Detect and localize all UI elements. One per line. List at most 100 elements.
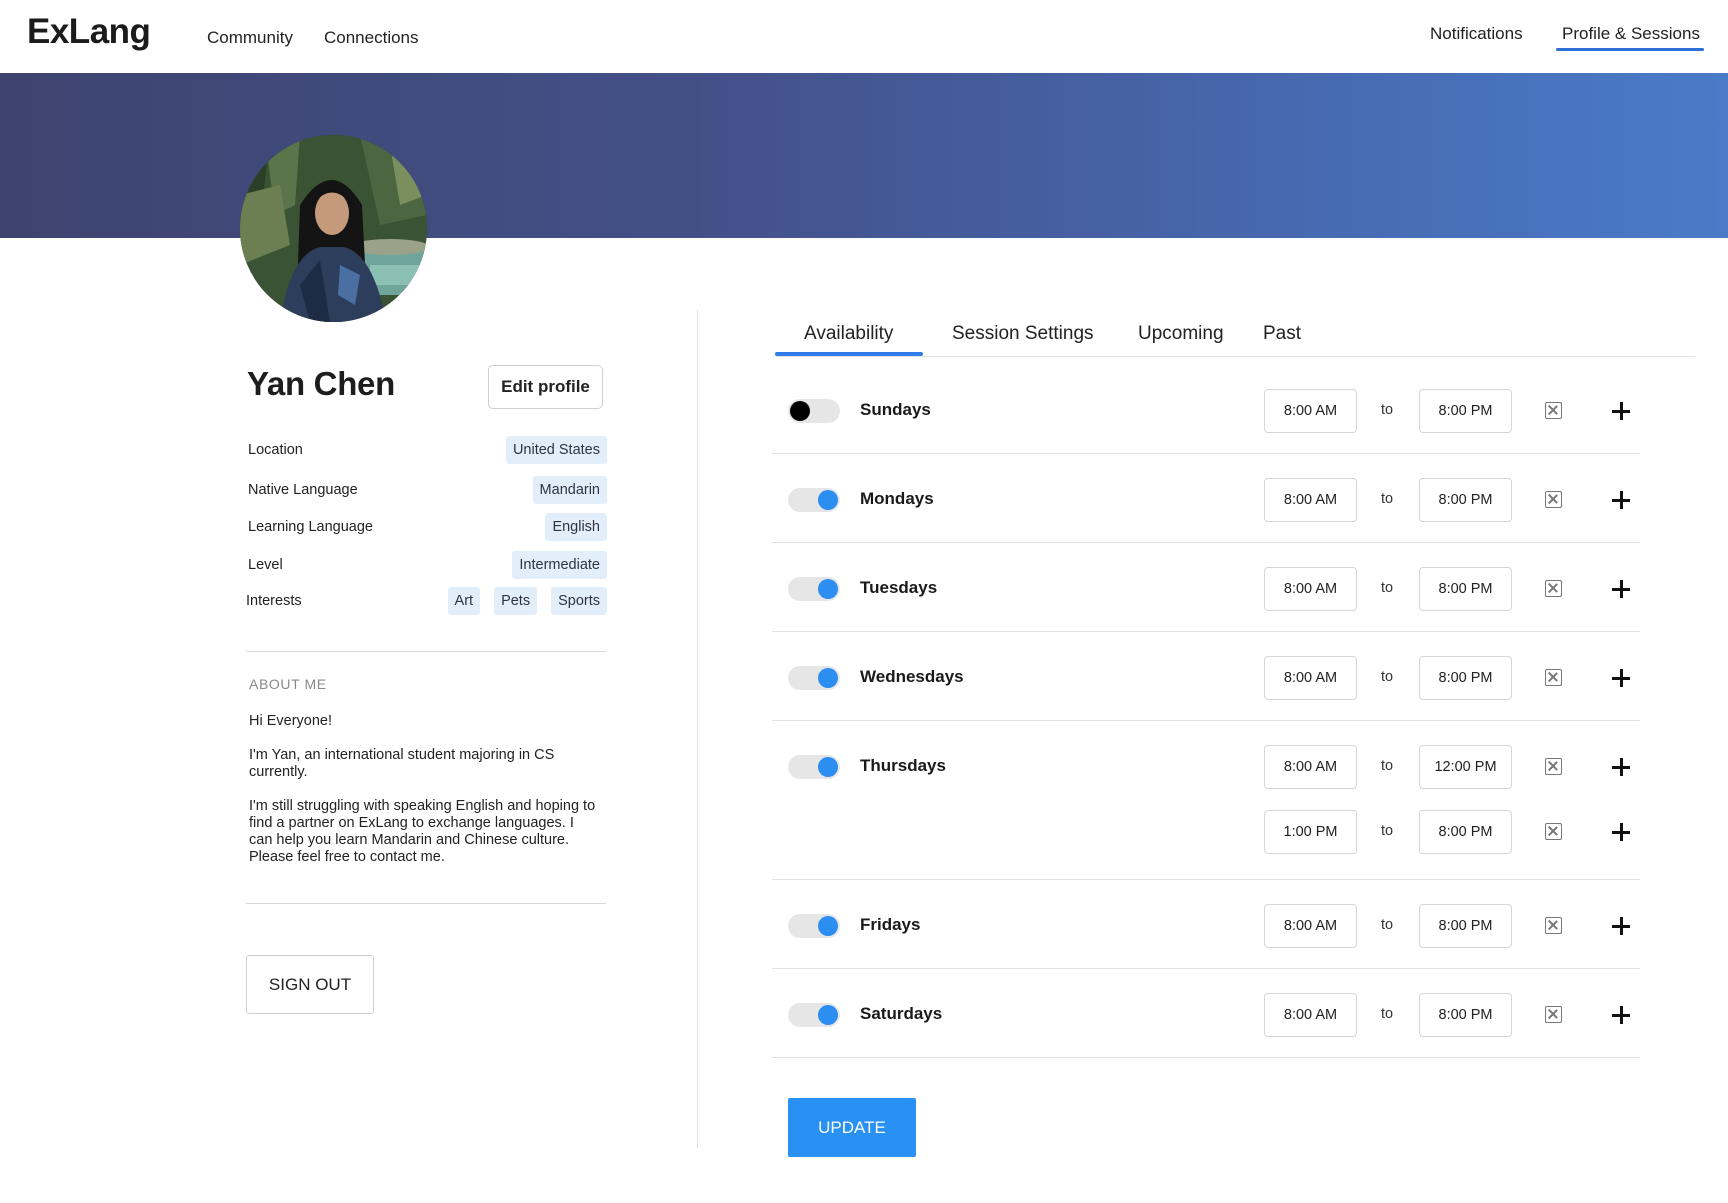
end-time-field[interactable]: 8:00 PM	[1419, 389, 1512, 433]
about-paragraph: I'm still struggling with speaking Engli…	[249, 798, 596, 865]
remove-slot-icon[interactable]	[1545, 580, 1562, 597]
to-label: to	[1381, 580, 1394, 596]
to-label: to	[1381, 1006, 1394, 1022]
nav-link-profile-sessions[interactable]: Profile & Sessions	[1556, 24, 1704, 51]
column-divider	[697, 310, 698, 1148]
detail-row-native-language: Native Language Mandarin	[247, 476, 607, 504]
detail-tag: Mandarin	[532, 476, 607, 504]
day-row-fridays: Fridays 8:00 AM to 8:00 PM	[772, 880, 1640, 969]
remove-slot-icon[interactable]	[1545, 1006, 1562, 1023]
nav-link-community[interactable]: Community	[207, 28, 293, 48]
tab-session-settings[interactable]: Session Settings	[952, 323, 1094, 345]
day-toggle[interactable]	[788, 577, 840, 601]
avatar	[240, 135, 427, 322]
day-label: Mondays	[860, 489, 934, 508]
app-logo[interactable]: ExLang	[27, 12, 151, 52]
about-paragraph: Hi Everyone!	[249, 713, 333, 729]
end-time-field[interactable]: 8:00 PM	[1419, 993, 1512, 1037]
to-label: to	[1381, 491, 1394, 507]
day-row-sundays: Sundays 8:00 AM to 8:00 PM	[772, 365, 1640, 454]
tab-upcoming[interactable]: Upcoming	[1138, 323, 1224, 345]
end-time-field[interactable]: 8:00 PM	[1419, 478, 1512, 522]
start-time-field[interactable]: 8:00 AM	[1264, 745, 1357, 789]
day-label: Wednesdays	[860, 667, 964, 686]
end-time-field[interactable]: 8:00 PM	[1419, 567, 1512, 611]
end-time-field[interactable]: 8:00 PM	[1419, 904, 1512, 948]
add-slot-icon[interactable]	[1612, 401, 1632, 421]
active-tab-indicator	[775, 352, 923, 356]
remove-slot-icon[interactable]	[1545, 823, 1562, 840]
day-label: Thursdays	[860, 756, 946, 775]
tab-availability[interactable]: Availability	[804, 323, 893, 345]
about-paragraph: I'm Yan, an international student majori…	[249, 747, 555, 780]
day-toggle[interactable]	[788, 666, 840, 690]
nav-link-connections[interactable]: Connections	[324, 28, 419, 48]
interest-tag-pets: Pets	[494, 587, 538, 615]
day-toggle[interactable]	[788, 755, 840, 779]
about-heading: ABOUT ME	[249, 676, 327, 692]
day-row-wednesdays: Wednesdays 8:00 AM to 8:00 PM	[772, 632, 1640, 721]
day-label: Fridays	[860, 915, 921, 934]
day-toggle[interactable]	[788, 399, 840, 423]
start-time-field[interactable]: 8:00 AM	[1264, 656, 1357, 700]
end-time-field[interactable]: 8:00 PM	[1419, 810, 1512, 854]
interest-tag-art: Art	[447, 587, 481, 615]
nav-link-notifications[interactable]: Notifications	[1430, 24, 1523, 44]
day-label: Sundays	[860, 400, 931, 419]
day-label: Saturdays	[860, 1004, 943, 1023]
remove-slot-icon[interactable]	[1545, 758, 1562, 775]
detail-label: Learning Language	[248, 519, 373, 535]
to-label: to	[1381, 402, 1394, 418]
add-slot-icon[interactable]	[1612, 822, 1632, 842]
to-label: to	[1381, 823, 1394, 839]
divider	[246, 903, 606, 904]
day-toggle[interactable]	[788, 914, 840, 938]
profile-name: Yan Chen	[247, 365, 395, 402]
start-time-field[interactable]: 8:00 AM	[1264, 478, 1357, 522]
to-label: to	[1381, 917, 1394, 933]
detail-label: Native Language	[248, 482, 358, 498]
session-tabs: Availability Session Settings Upcoming P…	[775, 300, 1695, 357]
day-toggle[interactable]	[788, 1003, 840, 1027]
add-slot-icon[interactable]	[1612, 490, 1632, 510]
end-time-field[interactable]: 8:00 PM	[1419, 656, 1512, 700]
update-button[interactable]: UPDATE	[788, 1098, 916, 1157]
add-slot-icon[interactable]	[1612, 668, 1632, 688]
day-row-thursdays: Thursdays 8:00 AM to 12:00 PM 1:00 PM to…	[772, 721, 1640, 880]
detail-tag: Intermediate	[512, 551, 607, 579]
avatar-photo	[240, 135, 427, 322]
start-time-field[interactable]: 8:00 AM	[1264, 389, 1357, 433]
to-label: to	[1381, 669, 1394, 685]
add-slot-icon[interactable]	[1612, 757, 1632, 777]
day-row-saturdays: Saturdays 8:00 AM to 8:00 PM	[772, 969, 1640, 1058]
detail-label: Level	[248, 557, 283, 573]
edit-profile-button[interactable]: Edit profile	[488, 365, 603, 409]
add-slot-icon[interactable]	[1612, 1005, 1632, 1025]
remove-slot-icon[interactable]	[1545, 402, 1562, 419]
remove-slot-icon[interactable]	[1545, 491, 1562, 508]
end-time-field[interactable]: 12:00 PM	[1419, 745, 1512, 789]
remove-slot-icon[interactable]	[1545, 917, 1562, 934]
sign-out-button[interactable]: SIGN OUT	[246, 955, 374, 1014]
add-slot-icon[interactable]	[1612, 916, 1632, 936]
detail-row-learning-language: Learning Language English	[247, 513, 607, 541]
detail-row-location: Location United States	[247, 436, 607, 464]
add-slot-icon[interactable]	[1612, 579, 1632, 599]
divider	[246, 651, 606, 652]
detail-tag: English	[545, 513, 607, 541]
detail-label: Location	[248, 442, 303, 458]
detail-label: Interests	[246, 593, 302, 609]
detail-row-interests: Interests Art Pets Sports	[245, 587, 607, 615]
day-row-tuesdays: Tuesdays 8:00 AM to 8:00 PM	[772, 543, 1640, 632]
to-label: to	[1381, 758, 1394, 774]
day-toggle[interactable]	[788, 488, 840, 512]
tab-past[interactable]: Past	[1263, 323, 1301, 345]
start-time-field[interactable]: 8:00 AM	[1264, 567, 1357, 611]
detail-row-level: Level Intermediate	[247, 551, 607, 579]
start-time-field[interactable]: 8:00 AM	[1264, 993, 1357, 1037]
day-label: Tuesdays	[860, 578, 938, 597]
start-time-field[interactable]: 1:00 PM	[1264, 810, 1357, 854]
top-nav: ExLang Community Connections Notificatio…	[0, 0, 1728, 73]
start-time-field[interactable]: 8:00 AM	[1264, 904, 1357, 948]
remove-slot-icon[interactable]	[1545, 669, 1562, 686]
